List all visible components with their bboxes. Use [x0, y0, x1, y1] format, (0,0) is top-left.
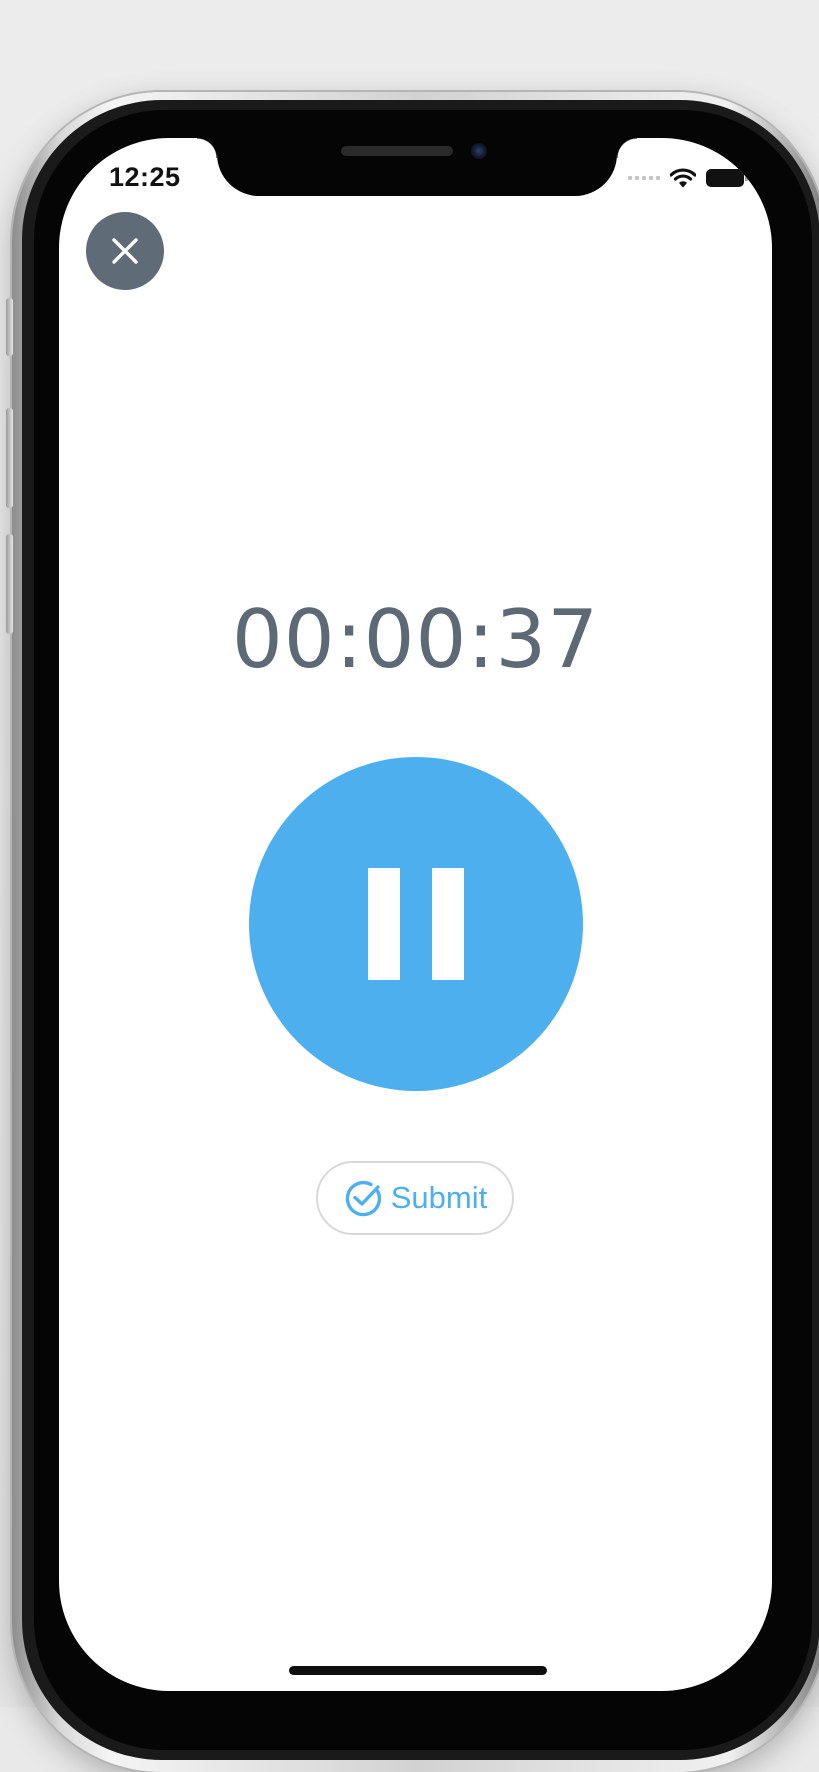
home-indicator[interactable]: [289, 1666, 547, 1675]
check-circle-icon: [345, 1180, 381, 1217]
volume-down-button: [6, 534, 13, 634]
status-icons: [628, 168, 748, 188]
submit-label: Submit: [390, 1180, 488, 1215]
earpiece-speaker: [341, 146, 453, 156]
pause-icon-bar-right: [432, 868, 464, 980]
notch: [197, 138, 637, 196]
front-camera: [471, 143, 487, 159]
elapsed-timer: 00:00:37: [231, 593, 600, 686]
close-icon: [112, 238, 138, 264]
status-time: 12:25: [109, 162, 181, 192]
submit-button[interactable]: Submit: [316, 1161, 514, 1235]
volume-up-button: [6, 408, 13, 508]
cellular-signal-icon: [628, 176, 660, 180]
phone-screen: 12:25 00:00:37 Submit: [59, 138, 772, 1691]
wifi-icon: [670, 168, 696, 188]
pause-button[interactable]: [249, 757, 583, 1091]
close-button[interactable]: [86, 212, 164, 290]
battery-icon: [706, 169, 748, 187]
pause-icon-bar-left: [368, 868, 400, 980]
mute-switch: [6, 298, 13, 356]
